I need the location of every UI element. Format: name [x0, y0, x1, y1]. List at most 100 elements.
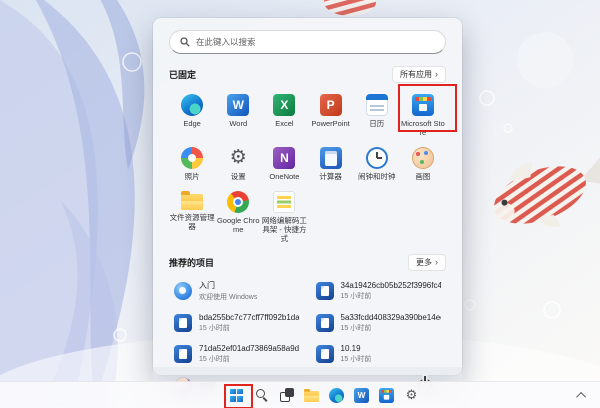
powerpoint-icon: P [320, 94, 342, 116]
taskbar-start-button[interactable] [228, 387, 245, 404]
app-label: 计算器 [319, 172, 342, 181]
app-label: PowerPoint [311, 119, 349, 128]
app-powerpoint[interactable]: P PowerPoint [308, 90, 354, 139]
recommended-title: 71da52ef01ad73869a58a9db0dc0c6c36... [199, 344, 299, 353]
calculator-icon [320, 147, 342, 169]
app-onenote[interactable]: N OneNote [261, 143, 307, 183]
app-label: 设置 [231, 172, 246, 181]
desktop: 已固定 所有应用 › Edge W Word X Excel P PowerPo… [0, 0, 600, 408]
taskbar-edge-button[interactable] [328, 387, 345, 404]
more-button[interactable]: 更多 › [408, 254, 446, 271]
task-view-icon [280, 388, 294, 402]
document-icon [316, 282, 334, 300]
recommended-title: bda255bc7c77cff7ff092b1da30044a9... [199, 313, 299, 322]
chevron-right-icon: › [435, 258, 438, 267]
recommended-title: 34a19426cb05b252f3996fc4b3ad18e... [341, 281, 441, 290]
app-label: 画图 [415, 172, 430, 181]
recommended-title: 入门 [199, 280, 257, 291]
taskbar-store-button[interactable] [378, 387, 395, 404]
recommended-subtitle: 15 小时前 [199, 354, 299, 364]
gear-icon: ⚙ [404, 388, 419, 403]
store-icon [412, 94, 434, 116]
taskbar-icons: W ⚙ [228, 382, 420, 408]
codec-tool-icon [273, 191, 295, 213]
pinned-section-title: 已固定 [169, 68, 196, 81]
taskbar-file-explorer-button[interactable] [303, 387, 320, 404]
search-input[interactable] [196, 37, 435, 47]
recommended-section-title: 推荐的项目 [169, 256, 214, 269]
taskbar-search-button[interactable] [253, 387, 270, 404]
document-icon [316, 314, 334, 332]
app-label: Word [229, 119, 247, 128]
app-file-explorer[interactable]: 文件资源管理器 [169, 187, 215, 245]
all-apps-button[interactable]: 所有应用 › [392, 66, 446, 83]
recommended-item-file[interactable]: 10.19 15 小时前 [311, 341, 447, 367]
recommended-item-file[interactable]: 5a33fcdd408329a390be14ee63c74... 15 小时前 [311, 310, 447, 336]
recommended-subtitle: 15 小时前 [341, 323, 441, 333]
app-label: Excel [275, 119, 293, 128]
taskbar-settings-button[interactable]: ⚙ [403, 387, 420, 404]
windows-logo-icon [230, 389, 243, 402]
document-icon [316, 345, 334, 363]
onenote-icon: N [273, 147, 295, 169]
taskbar-task-view-button[interactable] [278, 387, 295, 404]
app-word[interactable]: W Word [215, 90, 261, 139]
chrome-icon [227, 191, 249, 213]
recommended-subtitle: 15 小时前 [341, 354, 372, 364]
app-codec-toolkit[interactable]: 网络编解码工具架 - 快捷方式 [261, 187, 307, 245]
app-label: Edge [183, 119, 201, 128]
search-icon [255, 388, 269, 402]
app-calculator[interactable]: 计算器 [308, 143, 354, 183]
more-label: 更多 [416, 257, 432, 268]
recommended-item-file[interactable]: 34a19426cb05b252f3996fc4b3ad18e... 15 小时… [311, 277, 447, 305]
app-alarms-clock[interactable]: 闹钟和时钟 [354, 143, 400, 183]
paint-palette-icon [412, 147, 434, 169]
chevron-right-icon: › [435, 70, 438, 79]
recommended-subtitle: 15 小时前 [341, 291, 441, 301]
edge-icon [329, 388, 344, 403]
app-microsoft-store[interactable]: Microsoft Store [400, 90, 446, 139]
folder-icon [304, 391, 319, 402]
search-icon [180, 37, 190, 47]
recommended-item-get-started[interactable]: 入门 欢迎使用 Windows [169, 277, 305, 305]
app-label: Google Chrome [216, 216, 261, 234]
chevron-up-icon [576, 391, 586, 401]
word-icon: W [354, 388, 369, 403]
recommended-title: 5a33fcdd408329a390be14ee63c74... [341, 313, 441, 322]
app-calendar[interactable]: 日历 [354, 90, 400, 139]
all-apps-label: 所有应用 [400, 69, 432, 80]
app-excel[interactable]: X Excel [261, 90, 307, 139]
recommended-item-file[interactable]: bda255bc7c77cff7ff092b1da30044a9... 15 小… [169, 310, 305, 336]
document-icon [174, 314, 192, 332]
photos-icon [181, 147, 203, 169]
app-label: OneNote [269, 172, 299, 181]
search-bar[interactable] [169, 30, 446, 54]
app-label: 闹钟和时钟 [358, 172, 396, 181]
taskbar: W ⚙ [0, 381, 600, 408]
calendar-icon [366, 94, 388, 116]
recommended-section-header: 推荐的项目 更多 › [169, 254, 446, 271]
app-label: Microsoft Store [400, 119, 445, 137]
app-google-chrome[interactable]: Google Chrome [215, 187, 261, 245]
edge-icon [181, 94, 203, 116]
system-tray[interactable] [579, 382, 586, 408]
app-paint[interactable]: 画图 [400, 143, 446, 183]
app-label: 照片 [185, 172, 200, 181]
recommended-title: 10.19 [341, 344, 372, 353]
app-label: 文件资源管理器 [170, 213, 215, 231]
recommended-subtitle: 15 小时前 [199, 323, 299, 333]
recommended-grid: 入门 欢迎使用 Windows 34a19426cb05b252f3996fc4… [169, 277, 446, 367]
pinned-section-header: 已固定 所有应用 › [169, 66, 446, 83]
taskbar-word-button[interactable]: W [353, 387, 370, 404]
recommended-item-file[interactable]: 71da52ef01ad73869a58a9db0dc0c6c36... 15 … [169, 341, 305, 367]
word-icon: W [227, 94, 249, 116]
app-settings[interactable]: ⚙ 设置 [215, 143, 261, 183]
recommended-subtitle: 欢迎使用 Windows [199, 292, 257, 302]
start-menu-panel: 已固定 所有应用 › Edge W Word X Excel P PowerPo… [153, 18, 462, 375]
app-label: 网络编解码工具架 - 快捷方式 [262, 216, 307, 243]
gear-icon: ⚙ [227, 147, 249, 169]
app-photos[interactable]: 照片 [169, 143, 215, 183]
document-icon [174, 345, 192, 363]
store-icon [379, 388, 394, 403]
app-edge[interactable]: Edge [169, 90, 215, 139]
